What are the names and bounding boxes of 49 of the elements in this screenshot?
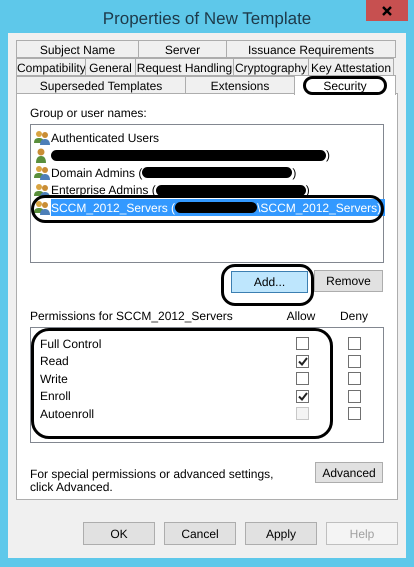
remove-button[interactable]: Remove	[314, 270, 383, 292]
dialog-button[interactable]: OK	[83, 522, 155, 545]
users-icon	[34, 130, 51, 146]
checkbox[interactable]	[348, 354, 361, 368]
user-list-item[interactable]: Domain Admins ( )	[51, 164, 300, 182]
checkbox[interactable]	[348, 390, 361, 403]
checkbox[interactable]	[296, 390, 310, 403]
checkbox[interactable]	[296, 354, 310, 368]
tab[interactable]: Superseded Templates	[16, 76, 186, 94]
users-icon	[34, 200, 51, 216]
close-icon	[382, 6, 392, 16]
users-icon	[34, 165, 51, 180]
tab[interactable]: Cryptography	[233, 58, 309, 76]
close-button[interactable]	[366, 0, 408, 21]
user-name: SCCM_2012_Servers (	[51, 200, 176, 217]
dialog-button[interactable]: Apply	[245, 522, 317, 545]
user-name: \SCCM_2012_Servers)	[257, 200, 382, 217]
checkbox[interactable]	[296, 372, 310, 386]
advanced-note: For special permissions or advanced settings, click Advanced.	[30, 468, 274, 494]
checkbox[interactable]	[348, 337, 361, 350]
permission-name: Autoenroll	[39, 406, 96, 423]
permission-name: Full Control	[39, 336, 102, 353]
advanced-button[interactable]: Advanced	[315, 462, 383, 483]
tab[interactable]: Security	[294, 75, 396, 95]
user-name: )	[326, 147, 330, 164]
tab[interactable]: General	[85, 58, 136, 76]
user-name: )	[292, 164, 296, 182]
permission-name: Enroll	[39, 388, 72, 406]
checkbox[interactable]	[296, 337, 310, 350]
group-label: Group or user names:	[30, 105, 148, 122]
tab[interactable]: Server	[138, 40, 227, 58]
tab[interactable]: Compatibility	[16, 58, 86, 76]
permissions-label: Permissions for SCCM_2012_Servers	[30, 308, 234, 325]
permission-name: Read	[39, 353, 70, 370]
column-header: Deny	[338, 308, 369, 325]
add-button[interactable]: Add...	[231, 271, 308, 293]
window-title: Properties of New Template	[102, 8, 312, 30]
tab[interactable]: Key Attestation	[308, 58, 394, 76]
user-list-item[interactable]: )	[51, 146, 334, 164]
tab[interactable]: Issuance Requirements	[226, 40, 396, 58]
checkbox[interactable]	[348, 407, 361, 420]
tab[interactable]: Request Handling	[135, 58, 234, 76]
permission-name: Write	[39, 370, 69, 388]
user-name: Domain Admins (	[51, 164, 142, 182]
checkbox[interactable]	[348, 372, 361, 386]
users-icon	[34, 182, 51, 198]
tab[interactable]: Subject Name	[16, 40, 139, 58]
column-header: Allow	[286, 308, 316, 325]
dialog-button[interactable]: Cancel	[164, 522, 236, 545]
